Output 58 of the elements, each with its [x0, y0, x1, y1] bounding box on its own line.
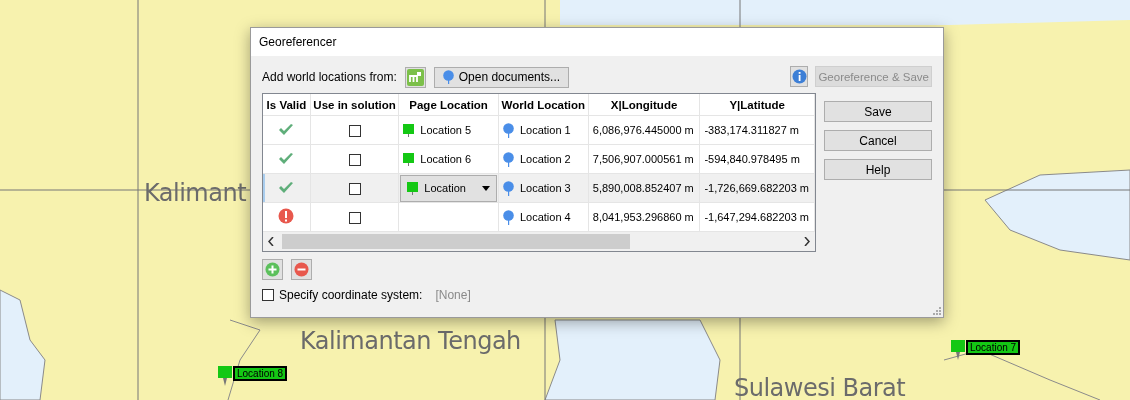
pin-icon — [442, 70, 454, 84]
checkbox[interactable] — [262, 289, 274, 301]
table-cell: Location 2 — [519, 153, 571, 165]
location-dropdown[interactable]: Location — [400, 174, 497, 202]
map-label: Sulawesi Barat — [734, 374, 906, 400]
marker-label: Location 7 — [966, 340, 1021, 355]
table-cell: Location 6 — [420, 153, 472, 165]
coordinate-system-value: [None] — [435, 288, 471, 302]
column-header[interactable]: Use in solution — [310, 94, 399, 116]
map-label: Kalimant — [144, 179, 247, 207]
marker-label: Location 8 — [233, 366, 288, 381]
column-header[interactable]: World Location — [498, 94, 589, 116]
pin-icon — [407, 181, 419, 195]
pin-icon — [951, 340, 965, 360]
checkbox[interactable] — [348, 182, 361, 195]
dialog-button[interactable]: Cancel — [824, 130, 932, 151]
table-cell: -594,840.978495 m — [704, 153, 800, 165]
scrollbar[interactable] — [263, 231, 815, 251]
remove-button[interactable] — [291, 259, 312, 280]
table-cell: -1,647,294.682203 m — [704, 211, 809, 223]
table-cell: Location 3 — [519, 182, 571, 194]
checkbox[interactable] — [348, 153, 361, 166]
info-icon — [791, 69, 807, 84]
pin-icon — [502, 180, 514, 196]
table-cell: 8,041,953.296860 m — [592, 211, 694, 223]
pin-icon — [218, 366, 232, 386]
table-cell: 6,086,976.445000 m — [592, 124, 694, 136]
table-cell: Location 4 — [519, 211, 571, 223]
pin-icon — [502, 209, 514, 225]
checkbox[interactable] — [348, 124, 361, 137]
table-cell: 5,890,008.852407 m — [592, 182, 694, 194]
resize-grip-icon — [933, 307, 941, 315]
window-title: Georeferencer — [259, 35, 337, 49]
pin-icon — [403, 123, 415, 137]
column-header[interactable]: Y|Latitude — [699, 94, 815, 116]
open-documents-button[interactable]: Open documents... — [433, 66, 570, 88]
table-cell: -1,726,669.682203 m — [704, 182, 809, 194]
column-header[interactable]: Is Valid — [263, 94, 311, 116]
checkbox-label: Specify coordinate system: — [279, 288, 423, 302]
dialog-button[interactable]: Save — [824, 101, 932, 122]
info-button[interactable] — [790, 66, 809, 87]
table-cell: 7,506,907.000561 m — [592, 153, 694, 165]
map-label: Kalimantan Tengah — [300, 327, 521, 355]
map-icon — [406, 68, 424, 86]
table-cell: Location 5 — [420, 124, 472, 136]
minus-icon — [294, 262, 309, 277]
add-label: Add world locations from: — [262, 70, 397, 84]
table-cell: Location 1 — [519, 124, 571, 136]
plus-icon — [265, 262, 280, 277]
caret-icon — [481, 185, 490, 191]
column-header[interactable]: Page Location — [398, 94, 499, 116]
checkbox[interactable] — [348, 211, 361, 224]
dialog-button[interactable]: Help — [824, 159, 932, 180]
column-header[interactable]: X|Longitude — [588, 94, 700, 116]
pin-icon — [403, 152, 415, 166]
pin-icon — [502, 122, 514, 138]
pin-icon — [502, 151, 514, 167]
table-cell: -383,174.311827 m — [704, 124, 799, 136]
